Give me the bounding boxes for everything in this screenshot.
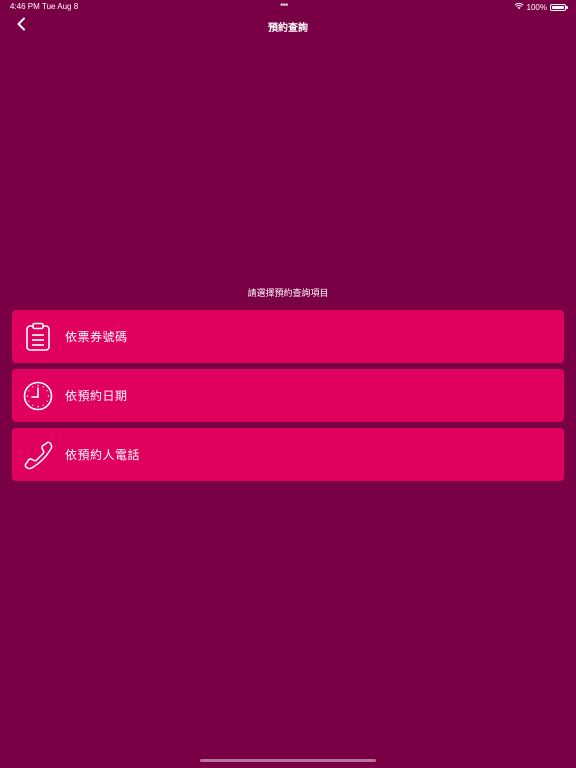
phone-icon: [23, 440, 53, 470]
option-reservation-date-button[interactable]: 依預約日期: [12, 369, 564, 422]
home-indicator[interactable]: [200, 759, 376, 762]
clipboard-icon: [23, 322, 53, 352]
status-bar: 4:46 PM Tue Aug 8 ••• 100%: [0, 0, 576, 14]
option-label: 依預約人電話: [65, 448, 141, 462]
multitasking-dots-icon[interactable]: •••: [280, 0, 288, 11]
prompt-text: 請選擇預約查詢項目: [247, 288, 329, 298]
option-label: 依預約日期: [65, 389, 128, 403]
option-ticket-number-button[interactable]: 依票券號碼: [12, 310, 564, 363]
wifi-icon: [514, 2, 524, 12]
battery-icon: [550, 3, 568, 11]
option-reserver-phone-button[interactable]: 依預約人電話: [12, 428, 564, 481]
nav-bar: 預約查詢: [0, 14, 576, 38]
clock-icon: [23, 381, 53, 411]
option-label: 依票券號碼: [65, 330, 128, 344]
status-time: 4:46 PM: [10, 2, 40, 11]
status-date: Tue Aug 8: [42, 2, 79, 11]
page-title: 預約查詢: [268, 23, 308, 34]
battery-percent: 100%: [526, 2, 547, 12]
status-right: 100%: [514, 2, 568, 12]
